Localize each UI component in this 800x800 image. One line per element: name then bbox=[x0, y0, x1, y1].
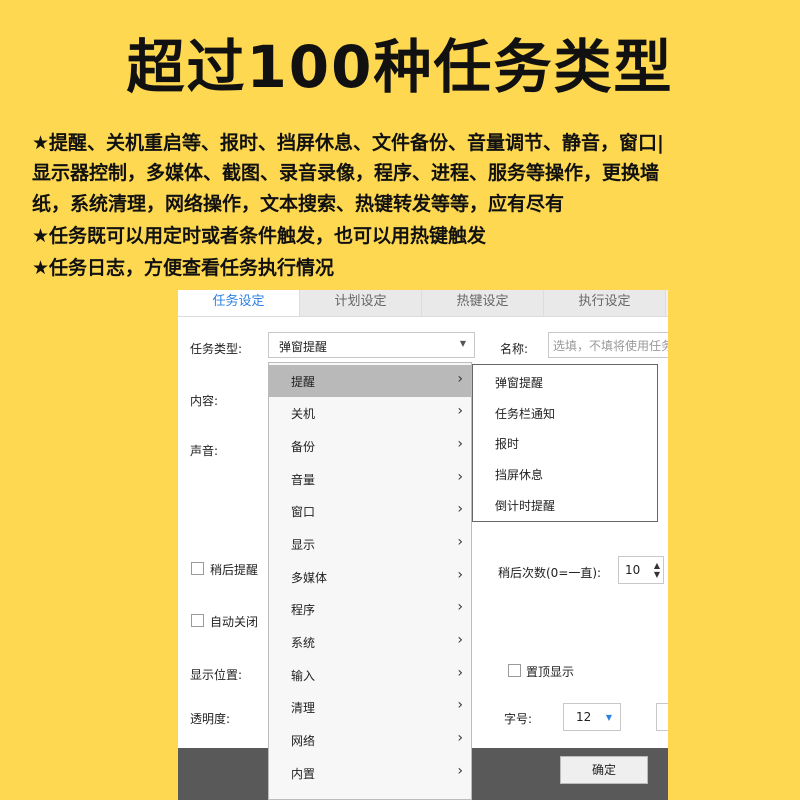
menu-item-label: 提醒 bbox=[291, 375, 316, 389]
menu-item-label: 系统 bbox=[291, 636, 316, 650]
submenu-item-time-announce[interactable]: 报时 bbox=[495, 435, 519, 452]
menu-item-label: 输入 bbox=[291, 669, 316, 683]
font-size-label: 字号: bbox=[504, 712, 533, 726]
task-type-value: 弹窗提醒 bbox=[279, 340, 328, 354]
menu-item-label: 显示 bbox=[291, 538, 316, 552]
menu-item-backup[interactable]: 备份 › bbox=[269, 430, 471, 462]
snooze-checkbox[interactable] bbox=[191, 562, 204, 575]
opacity-label: 透明度: bbox=[190, 712, 231, 726]
font-color-picker[interactable] bbox=[656, 703, 668, 731]
menu-item-input[interactable]: 输入 › bbox=[269, 659, 471, 691]
menu-item-network[interactable]: 网络 › bbox=[269, 724, 471, 756]
menu-item-system[interactable]: 系统 › bbox=[269, 626, 471, 658]
ok-button[interactable]: 确定 bbox=[560, 756, 648, 784]
chevron-right-icon: › bbox=[457, 665, 463, 681]
task-type-select[interactable]: 弹窗提醒 ▼ bbox=[268, 332, 475, 358]
menu-item-label: 网络 bbox=[291, 734, 316, 748]
content-label: 内容: bbox=[190, 394, 219, 408]
menu-item-label: 清理 bbox=[291, 701, 316, 715]
menu-item-cleanup[interactable]: 清理 › bbox=[269, 691, 471, 723]
on-top-label: 置顶显示 bbox=[526, 665, 575, 679]
chevron-right-icon: › bbox=[457, 567, 463, 583]
feature-line-3: 纸，系统清理，网络操作，文本搜索、热键转发等等，应有尽有 bbox=[32, 193, 565, 215]
menu-item-label: 程序 bbox=[291, 603, 316, 617]
chevron-right-icon: › bbox=[457, 730, 463, 746]
auto-close-label: 自动关闭 bbox=[210, 615, 259, 629]
tab-execution-settings[interactable]: 执行设定 bbox=[544, 290, 666, 316]
snooze-label: 稍后提醒 bbox=[210, 563, 259, 577]
menu-item-label: 关机 bbox=[291, 407, 316, 421]
caret-down-icon: ▼ bbox=[605, 713, 612, 722]
submenu-item-countdown[interactable]: 倒计时提醒 bbox=[495, 497, 555, 514]
task-type-label: 任务类型: bbox=[190, 342, 243, 356]
tab-task-settings[interactable]: 任务设定 bbox=[178, 290, 300, 316]
snooze-count-stepper[interactable]: 10 ▲ ▼ bbox=[618, 556, 664, 584]
snooze-count-value: 10 bbox=[625, 563, 641, 577]
chevron-right-icon: › bbox=[457, 371, 463, 387]
reminder-submenu: 弹窗提醒 任务栏通知 报时 挡屏休息 倒计时提醒 bbox=[472, 364, 658, 522]
position-label: 显示位置: bbox=[190, 668, 243, 682]
menu-item-shutdown[interactable]: 关机 › bbox=[269, 397, 471, 429]
snooze-count-label: 稍后次数(0=一直): bbox=[498, 566, 602, 580]
tab-plan-settings[interactable]: 计划设定 bbox=[300, 290, 422, 316]
chevron-right-icon: › bbox=[457, 469, 463, 485]
feature-line-2: 显示器控制，多媒体、截图、录音录像，程序、进程、服务等操作，更换墙 bbox=[32, 162, 660, 184]
menu-item-label: 内置 bbox=[291, 767, 316, 781]
chevron-right-icon: › bbox=[457, 403, 463, 419]
feature-line-5: ★任务日志，方便查看任务执行情况 bbox=[32, 257, 335, 279]
submenu-item-taskbar-notice[interactable]: 任务栏通知 bbox=[495, 405, 555, 422]
menu-item-window[interactable]: 窗口 › bbox=[269, 495, 471, 527]
sound-label: 声音: bbox=[190, 444, 219, 458]
chevron-right-icon: › bbox=[457, 436, 463, 452]
name-input[interactable]: 选填，不填将使用任务 bbox=[548, 332, 668, 358]
menu-item-volume[interactable]: 音量 › bbox=[269, 463, 471, 495]
feature-line-4: ★任务既可以用定时或者条件触发，也可以用热键触发 bbox=[32, 225, 487, 247]
chevron-right-icon: › bbox=[457, 534, 463, 550]
tab-hotkey-settings[interactable]: 热键设定 bbox=[422, 290, 544, 316]
on-top-checkbox[interactable] bbox=[508, 664, 521, 677]
chevron-right-icon: › bbox=[457, 697, 463, 713]
submenu-item-popup-reminder[interactable]: 弹窗提醒 bbox=[495, 374, 543, 391]
task-type-menu: 提醒 › 关机 › 备份 › 音量 › 窗口 › 显示 › 多媒体 › 程序 › 系统 › 输入 ›… bbox=[268, 362, 472, 800]
feature-line-1: ★提醒、关机重启等、报时、挡屏休息、文件备份、音量调节、静音，窗口| bbox=[32, 132, 664, 154]
chevron-right-icon: › bbox=[457, 599, 463, 615]
auto-close-checkbox[interactable] bbox=[191, 614, 204, 627]
chevron-right-icon: › bbox=[457, 763, 463, 779]
chevron-right-icon: › bbox=[457, 501, 463, 517]
menu-item-label: 备份 bbox=[291, 440, 316, 454]
headline: 超过100种任务类型 bbox=[126, 33, 674, 101]
menu-item-multimedia[interactable]: 多媒体 › bbox=[269, 561, 471, 593]
name-label: 名称: bbox=[500, 342, 529, 356]
menu-item-label: 窗口 bbox=[291, 505, 316, 519]
tab-bar: 任务设定 计划设定 热键设定 执行设定 bbox=[178, 290, 668, 317]
caret-down-icon: ▼ bbox=[459, 339, 466, 348]
menu-item-builtin[interactable]: 内置 › bbox=[269, 757, 471, 789]
caret-down-icon[interactable]: ▼ bbox=[654, 571, 660, 579]
menu-item-label: 音量 bbox=[291, 473, 316, 487]
menu-item-reminder[interactable]: 提醒 › bbox=[269, 365, 471, 397]
font-size-select[interactable]: 12 ▼ bbox=[563, 703, 621, 731]
caret-up-icon[interactable]: ▲ bbox=[654, 562, 660, 570]
menu-item-display[interactable]: 显示 › bbox=[269, 528, 471, 560]
font-size-value: 12 bbox=[576, 710, 592, 724]
submenu-item-screen-rest[interactable]: 挡屏休息 bbox=[495, 466, 543, 483]
chevron-right-icon: › bbox=[457, 632, 463, 648]
menu-item-label: 多媒体 bbox=[291, 571, 328, 585]
menu-item-program[interactable]: 程序 › bbox=[269, 593, 471, 625]
